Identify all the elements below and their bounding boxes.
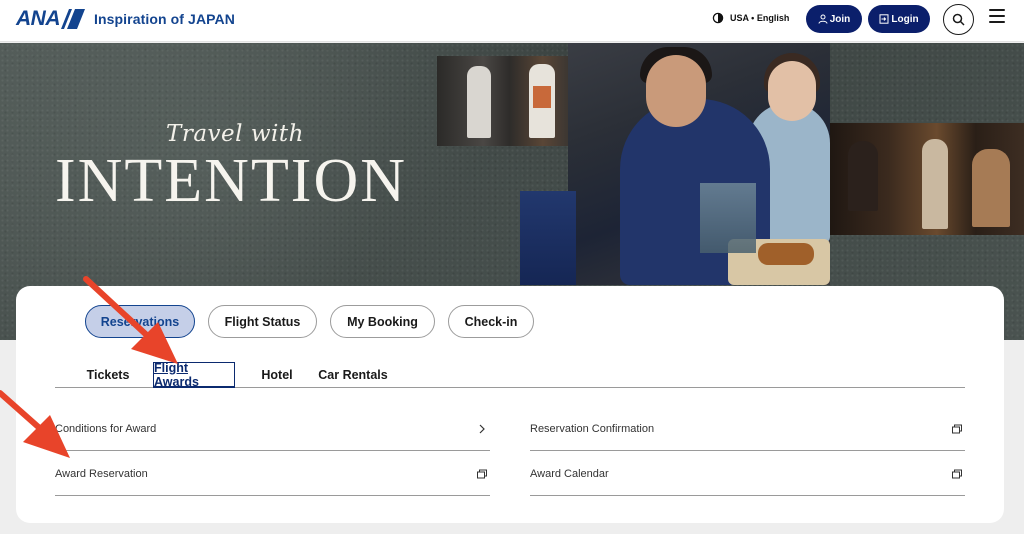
brand[interactable]: ANA Inspiration of JAPAN <box>16 7 235 30</box>
hero-title: INTENTION <box>55 147 408 215</box>
logo-stripes-icon <box>61 9 85 29</box>
booking-panel: Reservations Flight Status My Booking Ch… <box>16 286 1004 523</box>
login-label: Login <box>891 13 919 25</box>
link-label: Reservation Confirmation <box>530 422 655 435</box>
user-icon <box>818 14 828 24</box>
link-label: Conditions for Award <box>55 422 157 435</box>
join-button[interactable]: Join <box>806 5 862 33</box>
external-window-icon <box>952 469 962 478</box>
lounge-photo <box>830 123 1024 235</box>
subtab-car-rentals[interactable]: Car Rentals <box>316 362 390 388</box>
subtab-flight-awards[interactable]: Flight Awards <box>153 361 235 389</box>
hamburger-menu-icon[interactable] <box>989 9 1005 25</box>
join-label: Join <box>829 13 851 25</box>
locale-label: USA • English <box>730 13 790 23</box>
external-window-icon <box>952 424 962 433</box>
tab-check-in[interactable]: Check-in <box>448 305 534 338</box>
reservation-subtabs: Tickets Flight Awards Hotel Car Rentals <box>55 361 965 389</box>
award-calendar-link[interactable]: Award Calendar <box>530 452 965 496</box>
logo-text: ANA <box>16 7 61 30</box>
globe-icon <box>712 12 724 24</box>
tab-reservations[interactable]: Reservations <box>85 305 195 338</box>
window-tile-photo <box>700 183 756 253</box>
login-icon <box>879 14 889 24</box>
search-icon <box>952 13 965 26</box>
passengers-dining-photo <box>568 43 830 285</box>
chevron-right-icon <box>479 424 485 433</box>
award-reservation-link[interactable]: Award Reservation <box>55 452 490 496</box>
login-button[interactable]: Login <box>868 5 930 33</box>
conditions-for-award-link[interactable]: Conditions for Award <box>55 407 490 451</box>
ana-logo[interactable]: ANA <box>16 7 85 30</box>
tab-my-booking[interactable]: My Booking <box>330 305 435 338</box>
hero-subtitle: Travel with <box>166 121 304 147</box>
search-button[interactable] <box>943 4 974 35</box>
external-window-icon <box>477 469 487 478</box>
subtab-tickets[interactable]: Tickets <box>76 362 140 388</box>
reservation-confirmation-link[interactable]: Reservation Confirmation <box>530 407 965 451</box>
tagline: Inspiration of JAPAN <box>94 11 235 27</box>
chefs-photo <box>437 56 569 146</box>
locale-selector[interactable]: USA • English <box>712 12 789 24</box>
tab-flight-status[interactable]: Flight Status <box>208 305 317 338</box>
link-label: Award Reservation <box>55 467 148 480</box>
subtab-hotel[interactable]: Hotel <box>252 362 302 388</box>
blue-tile-photo <box>520 191 576 285</box>
link-label: Award Calendar <box>530 467 609 480</box>
site-header: ANA Inspiration of JAPAN USA • English J… <box>0 0 1024 42</box>
